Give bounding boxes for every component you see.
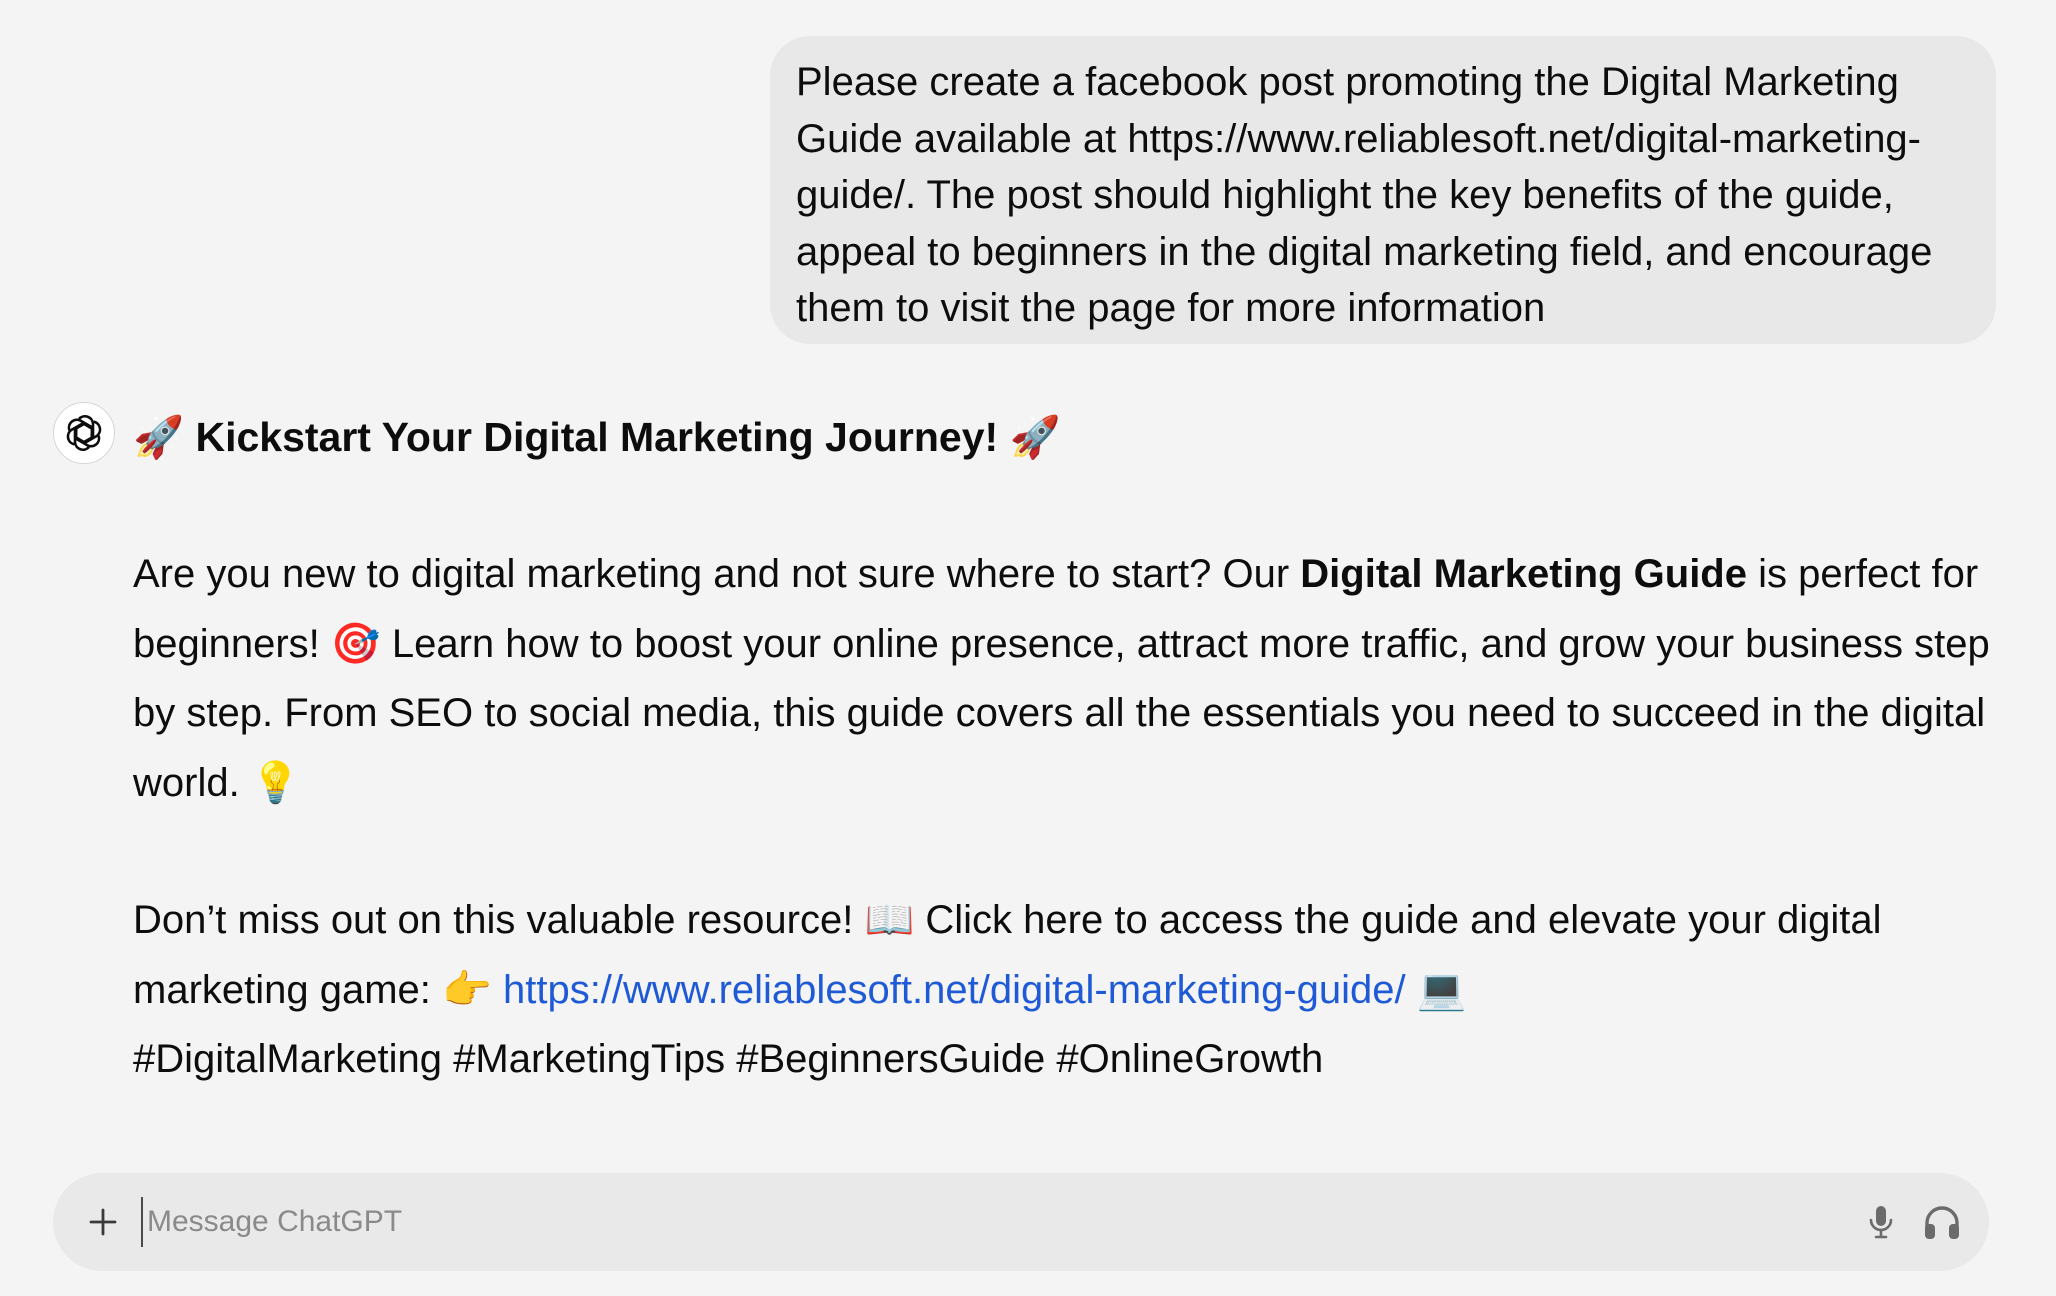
- post-headline: 🚀 Kickstart Your Digital Marketing Journ…: [133, 402, 2003, 472]
- para2-text: Don’t miss out on this valuable resource…: [133, 898, 865, 942]
- para1-text: Learn how to boost your online presence,…: [133, 621, 1990, 805]
- target-icon: 🎯: [330, 620, 381, 667]
- message-input[interactable]: [141, 1197, 1781, 1247]
- openai-logo-icon: [66, 415, 102, 451]
- attach-button[interactable]: [83, 1202, 123, 1242]
- assistant-avatar: [53, 402, 115, 464]
- user-message-bubble: Please create a facebook post promoting …: [770, 36, 1996, 344]
- post-paragraph-cta: Don’t miss out on this valuable resource…: [133, 886, 2003, 1095]
- headline-text: Kickstart Your Digital Marketing Journey…: [195, 414, 999, 460]
- hashtags: #DigitalMarketing #MarketingTips #Beginn…: [133, 1037, 1324, 1081]
- post-paragraph-intro: Are you new to digital marketing and not…: [133, 540, 2003, 818]
- lightbulb-icon: 💡: [250, 759, 301, 806]
- guide-link[interactable]: https://www.reliablesoft.net/digital-mar…: [503, 968, 1406, 1012]
- guide-name-bold: Digital Marketing Guide: [1300, 552, 1747, 596]
- laptop-icon: 💻: [1416, 966, 1467, 1013]
- rocket-icon: 🚀: [133, 413, 185, 461]
- rocket-icon: 🚀: [1009, 413, 1061, 461]
- headphones-icon: [1925, 1206, 1959, 1239]
- message-composer: [53, 1173, 1989, 1271]
- pointing-hand-icon: 👉: [442, 966, 492, 1013]
- assistant-response: 🚀 Kickstart Your Digital Marketing Journ…: [133, 402, 2003, 1095]
- microphone-icon: [1869, 1206, 1893, 1239]
- dictate-button[interactable]: [1860, 1201, 1902, 1243]
- para1-text: Are you new to digital marketing and not…: [133, 552, 1301, 596]
- plus-icon: [89, 1208, 117, 1236]
- user-message-text: Please create a facebook post promoting …: [796, 60, 1933, 330]
- voice-mode-button[interactable]: [1919, 1199, 1965, 1245]
- book-icon: 📖: [864, 897, 915, 943]
